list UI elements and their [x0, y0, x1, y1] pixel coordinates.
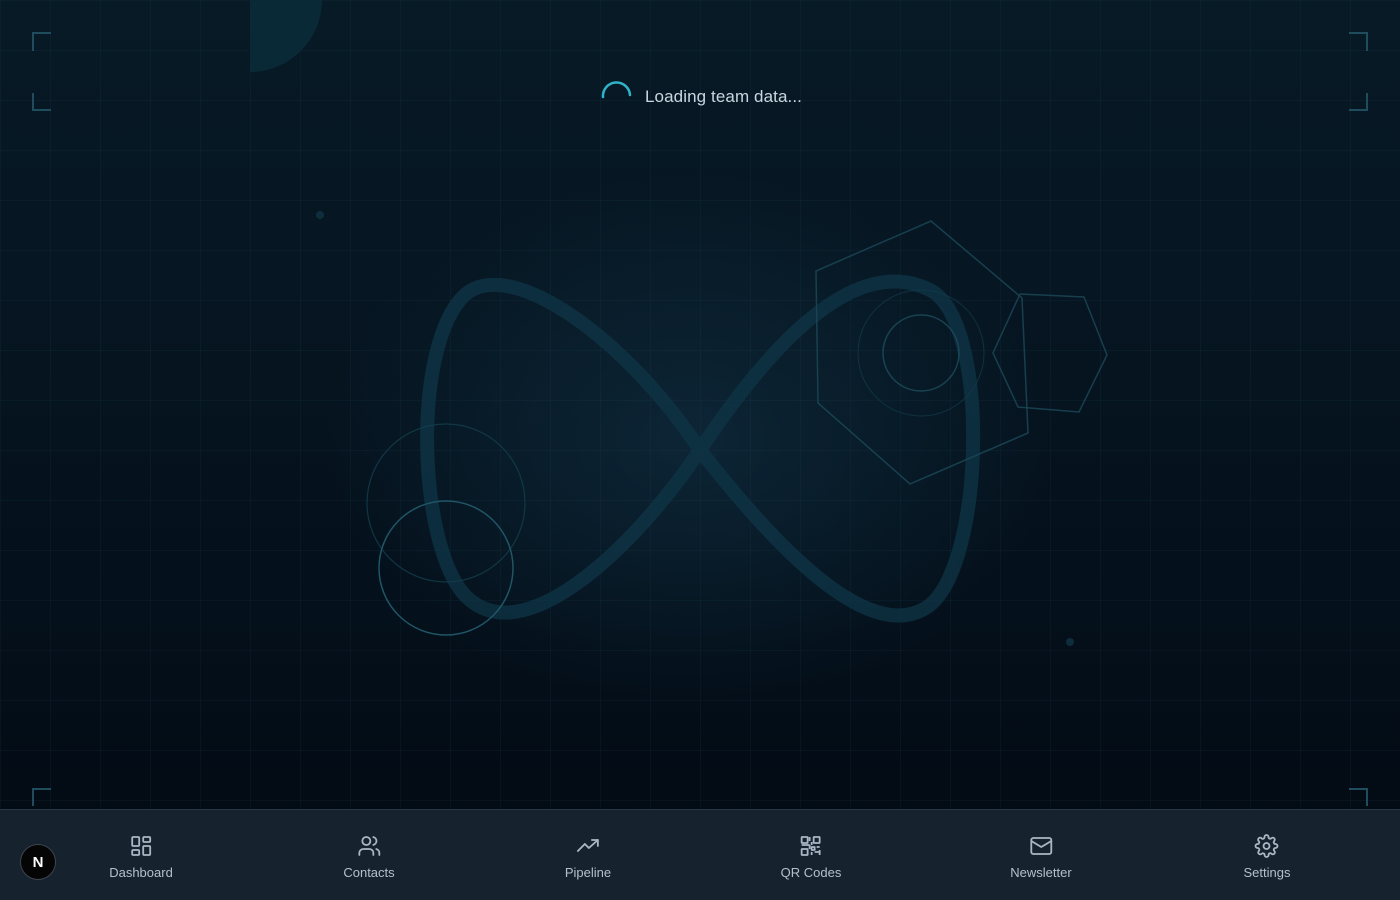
- nav-item-settings[interactable]: Settings: [1243, 834, 1291, 890]
- dot: [1066, 638, 1074, 646]
- nav-label-newsletter: Newsletter: [1010, 865, 1072, 880]
- logo-letter: N: [32, 853, 44, 871]
- infinity-shape: [420, 274, 981, 623]
- loading-text: Loading team data...: [645, 87, 803, 106]
- corner-brackets: [32, 32, 1368, 806]
- qr-code-icon: [801, 836, 821, 856]
- nav-item-contacts[interactable]: Contacts: [343, 834, 395, 890]
- gear-icon: [1255, 834, 1279, 858]
- hexagon-large: [815, 220, 1029, 485]
- nav-label-qr-codes: QR Codes: [780, 865, 842, 880]
- corner-blob: [250, 0, 322, 72]
- nav-label-contacts: Contacts: [343, 865, 395, 880]
- nav-item-dashboard[interactable]: Dashboard: [109, 834, 173, 890]
- dot: [316, 211, 324, 219]
- hexagon-small: [992, 293, 1108, 413]
- dashboard-grid-icon: [131, 836, 151, 856]
- nav-item-newsletter[interactable]: Newsletter: [1010, 834, 1072, 890]
- ring-inner: [882, 314, 960, 392]
- nav-label-pipeline: Pipeline: [564, 865, 612, 880]
- loading-stage: Loading team data...: [0, 0, 1400, 809]
- nav-label-settings: Settings: [1243, 865, 1291, 880]
- trending-up-icon: [577, 839, 599, 852]
- nav-item-qr-codes[interactable]: QR Codes: [780, 834, 842, 890]
- background-decoration: [32, 0, 1368, 806]
- app-logo-avatar[interactable]: N: [20, 844, 56, 880]
- nav-item-pipeline[interactable]: Pipeline: [565, 834, 611, 890]
- nav-label-dashboard: Dashboard: [109, 865, 173, 880]
- mail-icon: [1030, 837, 1052, 855]
- spinner-icon: [601, 80, 632, 98]
- bottom-navigation: N Dashboard Contacts Pipeline QR Codes N…: [0, 809, 1400, 900]
- loading-indicator: Loading team data...: [600, 80, 802, 114]
- users-icon: [358, 836, 380, 856]
